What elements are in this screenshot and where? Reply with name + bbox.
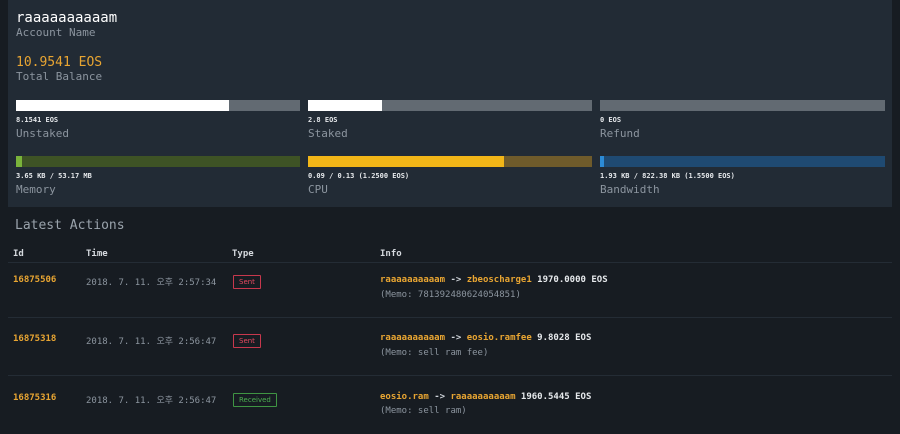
sent-badge: Sent <box>233 334 261 348</box>
column-header-id: Id <box>13 249 24 259</box>
action-time: 2018. 7. 11. 오후 2:56:47 <box>86 337 217 347</box>
action-amount: 1970.0000 EOS <box>537 275 608 285</box>
account-name-label: Account Name <box>16 26 96 39</box>
bandwidth-label: Bandwidth <box>600 183 660 196</box>
column-header-info: Info <box>380 249 402 259</box>
to-account-link[interactable]: raaaaaaaaaam <box>450 392 515 402</box>
action-amount: 1960.5445 EOS <box>520 392 592 402</box>
memory-label: Memory <box>16 183 56 196</box>
action-id[interactable]: 16875318 <box>13 334 56 344</box>
action-id[interactable]: 16875316 <box>13 393 56 403</box>
unstaked-bar <box>16 100 300 111</box>
unstaked-value: 8.1541 EOS <box>16 116 59 124</box>
action-time: 2018. 7. 11. 오후 2:57:34 <box>86 278 217 288</box>
header-divider <box>8 262 892 263</box>
account-summary-panel: raaaaaaaaaam Account Name 10.9541 EOS To… <box>8 0 892 207</box>
memory-value: 3.65 KB / 53.17 MB <box>16 172 92 180</box>
bandwidth-bar-fill <box>600 156 604 167</box>
refund-bar <box>600 100 885 111</box>
latest-actions-title: Latest Actions <box>15 218 125 233</box>
refund-value: 0 EOS <box>600 116 622 124</box>
staked-value: 2.8 EOS <box>308 116 338 124</box>
cpu-label: CPU <box>308 183 328 196</box>
account-name: raaaaaaaaaam <box>16 10 118 26</box>
action-id[interactable]: 16875506 <box>13 275 56 285</box>
total-balance-label: Total Balance <box>16 70 103 83</box>
arrow-icon: -> <box>450 333 462 343</box>
row-divider <box>8 317 892 318</box>
from-account-link[interactable]: raaaaaaaaaam <box>380 275 445 285</box>
action-info: raaaaaaaaaam -> zbeoscharge1 1970.0000 E… <box>380 275 608 285</box>
staked-bar <box>308 100 592 111</box>
memory-bar <box>16 156 300 167</box>
from-account-link[interactable]: raaaaaaaaaam <box>380 333 445 343</box>
action-info: raaaaaaaaaam -> eosio.ramfee 9.8028 EOS <box>380 333 591 343</box>
to-account-link[interactable]: zbeoscharge1 <box>467 275 532 285</box>
cpu-bar-fill <box>308 156 504 167</box>
action-memo: (Memo: sell ram fee) <box>380 348 489 358</box>
column-header-time: Time <box>86 249 108 259</box>
action-amount: 9.8028 EOS <box>537 333 592 343</box>
bandwidth-bar <box>600 156 885 167</box>
sent-badge: Sent <box>233 275 261 289</box>
cpu-value: 0.09 / 0.13 (1.2500 EOS) <box>308 172 410 180</box>
column-header-type: Type <box>232 249 254 259</box>
row-divider <box>8 375 892 376</box>
refund-label: Refund <box>600 127 640 140</box>
staked-bar-fill <box>308 100 382 111</box>
action-memo: (Memo: sell ram) <box>380 406 467 416</box>
action-memo: (Memo: 781392480624054851) <box>380 290 521 300</box>
to-account-link[interactable]: eosio.ramfee <box>467 333 532 343</box>
arrow-icon: -> <box>434 392 446 402</box>
action-time: 2018. 7. 11. 오후 2:56:47 <box>86 396 217 406</box>
bandwidth-value: 1.93 KB / 822.38 KB (1.5500 EOS) <box>600 172 735 180</box>
from-account-link[interactable]: eosio.ram <box>380 392 429 402</box>
unstaked-bar-fill <box>16 100 229 111</box>
total-balance: 10.9541 EOS <box>16 55 103 70</box>
memory-bar-fill <box>16 156 22 167</box>
arrow-icon: -> <box>450 275 462 285</box>
received-badge: Received <box>233 393 277 407</box>
unstaked-label: Unstaked <box>16 127 69 140</box>
staked-label: Staked <box>308 127 348 140</box>
action-info: eosio.ram -> raaaaaaaaaam 1960.5445 EOS <box>380 392 591 402</box>
cpu-bar <box>308 156 592 167</box>
